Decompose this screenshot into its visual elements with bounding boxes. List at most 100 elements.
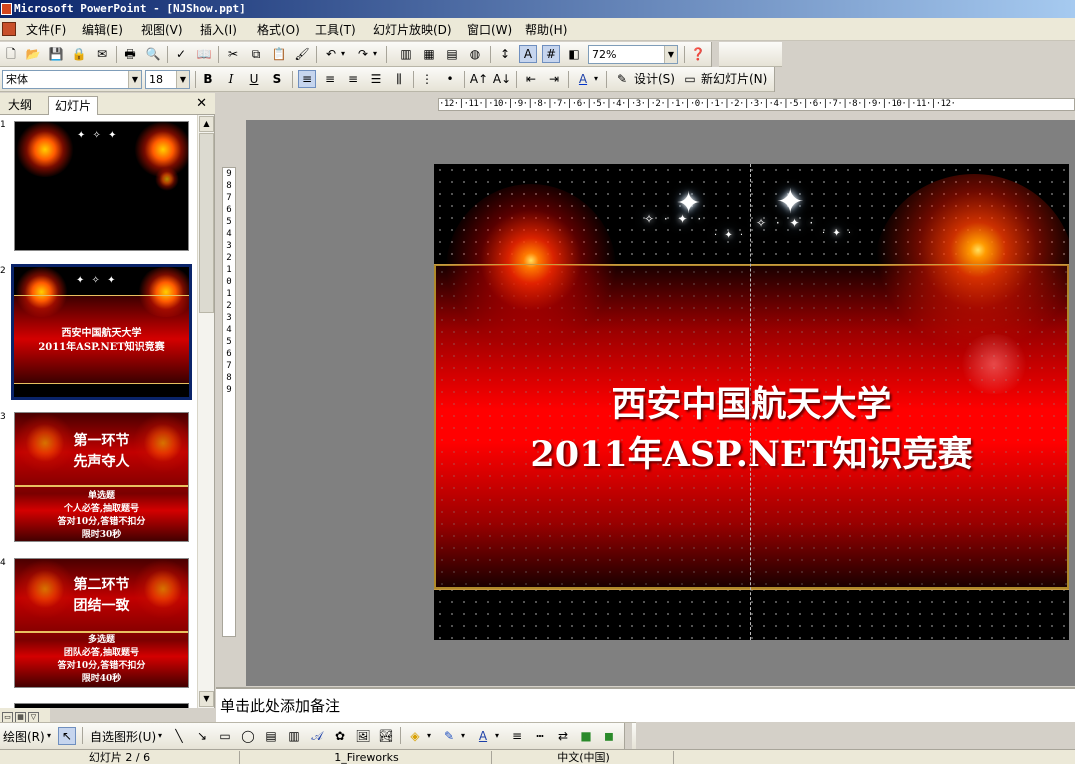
scroll-up-icon[interactable]: ▲ xyxy=(199,116,214,132)
dash-style-icon[interactable]: ┅ xyxy=(531,727,549,745)
shadow-style-icon[interactable]: ■ xyxy=(577,727,595,745)
size-dropdown-icon[interactable]: ▼ xyxy=(176,71,189,88)
menu-tools[interactable]: 工具(T) xyxy=(315,22,356,38)
undo-dropdown-icon[interactable]: ▾ xyxy=(338,45,348,63)
underline-icon[interactable]: U xyxy=(245,70,263,88)
fill-color-icon[interactable]: ◈ xyxy=(406,727,424,745)
drawbar-options-icon[interactable] xyxy=(624,723,632,749)
help-icon[interactable]: ❓ xyxy=(689,45,707,63)
menu-view[interactable]: 视图(V) xyxy=(141,22,183,38)
document-icon[interactable] xyxy=(2,22,16,36)
size-combo[interactable]: 18 ▼ xyxy=(145,70,190,89)
oval-icon[interactable]: ◯ xyxy=(239,727,257,745)
new-slide-icon[interactable]: ▭ xyxy=(681,70,699,88)
draw-menu-button[interactable]: 绘图(R) xyxy=(3,728,45,746)
italic-icon[interactable]: I xyxy=(222,70,240,88)
3d-style-icon[interactable]: ◼ xyxy=(600,727,618,745)
diagram-icon[interactable]: ✿ xyxy=(331,727,349,745)
textbox-icon[interactable]: ▤ xyxy=(262,727,280,745)
clipart-icon[interactable]: 🖼 xyxy=(354,727,372,745)
autoshapes-button[interactable]: 自选图形(U) xyxy=(90,728,156,746)
font-color-draw-icon[interactable]: A xyxy=(474,727,492,745)
color-grayscale-icon[interactable]: ◧ xyxy=(565,45,583,63)
menu-slideshow[interactable]: 幻灯片放映(D) xyxy=(373,22,452,38)
vertical-textbox-icon[interactable]: ▥ xyxy=(285,727,303,745)
print-preview-icon[interactable]: 🔍 xyxy=(144,45,162,63)
toolbar-options-icon[interactable] xyxy=(711,42,719,67)
select-objects-icon[interactable]: ↖ xyxy=(58,727,76,745)
line-color-dropdown-icon[interactable]: ▾ xyxy=(458,727,468,745)
menu-window[interactable]: 窗口(W) xyxy=(467,22,512,38)
numbering-icon[interactable]: ⋮ xyxy=(418,70,436,88)
align-left-icon[interactable]: ≡ xyxy=(298,70,316,88)
font-color-draw-dropdown-icon[interactable]: ▾ xyxy=(492,727,502,745)
rectangle-icon[interactable]: ▭ xyxy=(216,727,234,745)
decrease-indent-icon[interactable]: ⇤ xyxy=(522,70,540,88)
slide-thumbnail-3[interactable]: 第一环节 先声夺人 单选题 个人必答,抽取题号 答对10分,答错不扣分 限时30… xyxy=(14,412,189,542)
open-icon[interactable]: 📂 xyxy=(24,45,42,63)
thumbnail-scrollbar[interactable]: ▲ ▼ xyxy=(197,115,214,708)
font-color-dropdown-icon[interactable]: ▾ xyxy=(591,70,601,88)
show-formatting-icon[interactable]: A xyxy=(519,45,537,63)
cut-icon[interactable]: ✂ xyxy=(224,45,242,63)
zoom-combo[interactable]: 72% ▼ xyxy=(588,45,678,64)
close-icon[interactable]: ✕ xyxy=(196,96,207,112)
menu-file[interactable]: 文件(F) xyxy=(26,22,66,38)
print-icon[interactable]: 🖶 xyxy=(121,45,139,63)
insert-diagram-icon[interactable]: ◍ xyxy=(466,45,484,63)
new-icon[interactable]: 🗋 xyxy=(2,45,20,63)
align-right-icon[interactable]: ≡ xyxy=(344,70,362,88)
fill-color-dropdown-icon[interactable]: ▾ xyxy=(424,727,434,745)
bold-icon[interactable]: B xyxy=(199,70,217,88)
toolbar-options-icon-2[interactable] xyxy=(774,67,782,92)
decrease-font-icon[interactable]: A↓ xyxy=(493,70,511,88)
slide-thumbnail-4[interactable]: 第二环节 团结一致 多选题 团队必答,抽取题号 答对10分,答错不扣分 限时40… xyxy=(14,558,189,688)
slide-title-line2[interactable]: 2011年ASP.NET知识竞赛 xyxy=(434,432,1069,478)
tab-outline[interactable]: 大纲 xyxy=(2,96,38,115)
draw-dropdown-icon[interactable]: ▾ xyxy=(44,727,54,745)
tables-borders-icon[interactable]: ▤ xyxy=(443,45,461,63)
scroll-thumb[interactable] xyxy=(199,133,214,313)
wordart-icon[interactable]: 𝒜 xyxy=(308,727,326,745)
show-grid-icon[interactable]: # xyxy=(542,45,560,63)
spelling-icon[interactable]: ✓ xyxy=(172,45,190,63)
arrow-icon[interactable]: ↘ xyxy=(193,727,211,745)
tab-slides[interactable]: 幻灯片 xyxy=(48,96,99,115)
line-style-icon[interactable]: ≡ xyxy=(508,727,526,745)
font-combo[interactable]: 宋体 ▼ xyxy=(2,70,142,89)
font-dropdown-icon[interactable]: ▼ xyxy=(128,71,141,88)
menu-format[interactable]: 格式(O) xyxy=(257,22,300,38)
expand-all-icon[interactable]: ↕ xyxy=(496,45,514,63)
line-color-icon[interactable]: ✎ xyxy=(440,727,458,745)
justify-icon[interactable]: ☰ xyxy=(367,70,385,88)
menu-insert[interactable]: 插入(I) xyxy=(200,22,237,38)
design-button[interactable]: 设计(S) xyxy=(634,70,675,88)
align-center-icon[interactable]: ≡ xyxy=(321,70,339,88)
permission-icon[interactable]: 🔒 xyxy=(70,45,88,63)
notes-pane[interactable]: 单击此处添加备注 xyxy=(216,687,1075,722)
autoshapes-dropdown-icon[interactable]: ▾ xyxy=(155,727,165,745)
slide-thumbnail-1[interactable]: ✦ ✧ ✦ xyxy=(14,121,189,251)
bullets-icon[interactable]: • xyxy=(441,70,459,88)
format-painter-icon[interactable]: 🖌 xyxy=(293,45,311,63)
shadow-icon[interactable]: S xyxy=(268,70,286,88)
design-icon[interactable]: ✎ xyxy=(613,70,631,88)
menu-edit[interactable]: 编辑(E) xyxy=(82,22,123,38)
redo-dropdown-icon[interactable]: ▾ xyxy=(370,45,380,63)
increase-font-icon[interactable]: A↑ xyxy=(470,70,488,88)
insert-chart-icon[interactable]: ▥ xyxy=(397,45,415,63)
arrow-style-icon[interactable]: ⇄ xyxy=(554,727,572,745)
paste-icon[interactable]: 📋 xyxy=(270,45,288,63)
insert-picture-icon[interactable]: 🏞 xyxy=(377,727,395,745)
increase-indent-icon[interactable]: ⇥ xyxy=(545,70,563,88)
line-icon[interactable]: ╲ xyxy=(170,727,188,745)
zoom-dropdown-icon[interactable]: ▼ xyxy=(664,46,677,63)
save-icon[interactable]: 💾 xyxy=(47,45,65,63)
new-slide-button[interactable]: 新幻灯片(N) xyxy=(701,70,767,88)
research-icon[interactable]: 📖 xyxy=(195,45,213,63)
scroll-down-icon[interactable]: ▼ xyxy=(199,691,214,707)
email-icon[interactable]: ✉ xyxy=(93,45,111,63)
insert-table-icon[interactable]: ▦ xyxy=(420,45,438,63)
columns-icon[interactable]: ⫼ xyxy=(390,70,408,88)
current-slide[interactable]: ✦ ✦ ✧ · ✦ · ✧ · ✦ · · ✦ · · ✦ · 西安中国航天大学… xyxy=(434,164,1069,640)
